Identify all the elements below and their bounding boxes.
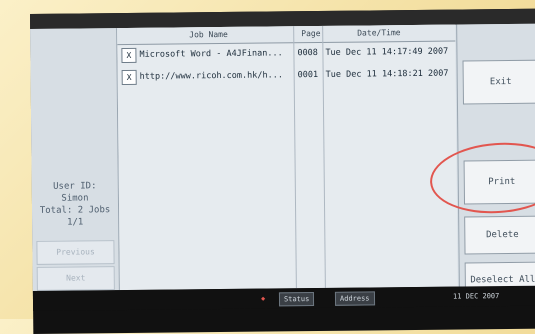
status-button[interactable]: Status [278, 292, 315, 307]
job-name: http://www.ricoh.com.hk/h... [139, 70, 284, 82]
left-panel: User ID: Simon Total: 2 Jobs 1/1 Previou… [30, 28, 120, 291]
job-datetime: Tue Dec 11 14:18:21 2007 [325, 68, 449, 80]
job-row[interactable]: X http://www.ricoh.com.hk/h... 0001 Tue … [118, 65, 456, 87]
address-button[interactable]: Address [334, 291, 375, 306]
job-row[interactable]: X Microsoft Word - A4JFinan... 0008 Tue … [117, 43, 455, 65]
exit-button[interactable]: Exit [462, 59, 535, 105]
job-select-checkbox[interactable]: X [121, 69, 137, 86]
job-list: Job Name Page Date/Time X Microsoft Word… [117, 24, 458, 291]
next-button[interactable]: Next [36, 266, 115, 291]
user-info: User ID: Simon Total: 2 Jobs 1/1 [39, 181, 111, 228]
job-list-header: Job Name Page Date/Time [117, 24, 456, 46]
column-page: Page [301, 28, 321, 39]
alert-icon: ◆ [260, 294, 266, 303]
job-pages: 0008 [297, 47, 318, 59]
column-datetime: Date/Time [357, 28, 401, 38]
job-select-checkbox[interactable]: X [121, 47, 137, 64]
status-bar: ◆ Status Address 11 DEC 2007 [32, 285, 535, 311]
job-name: Microsoft Word - A4JFinan... [139, 48, 283, 60]
column-job-name: Job Name [189, 29, 228, 40]
previous-button[interactable]: Previous [36, 240, 115, 265]
job-pages: 0001 [297, 69, 319, 81]
delete-button[interactable]: Delete [464, 215, 535, 255]
date-display: 11 DEC 2007 [452, 292, 500, 301]
job-datetime: Tue Dec 11 14:17:49 2007 [325, 46, 449, 58]
